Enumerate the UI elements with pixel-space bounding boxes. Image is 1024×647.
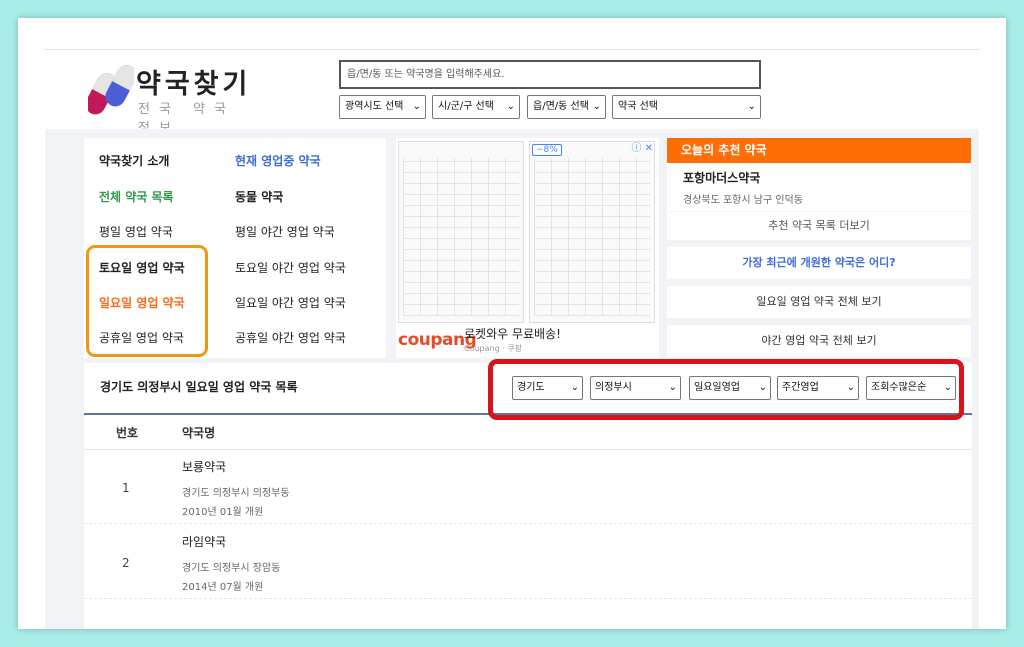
menu-open-now[interactable]: 현재 영업중 약국 [235,152,321,169]
discount-badge: ~8% [532,144,562,156]
recommend-more-button[interactable]: 추천 약국 목록 더보기 [667,212,971,240]
highlight-box-red [488,359,964,420]
divider [84,449,972,450]
pharmacy-select-value: 약국 선택 [618,101,658,112]
night-all-button[interactable]: 야간 영업 약국 전체 보기 [667,325,971,357]
divider [84,523,972,524]
divider [84,598,972,599]
column-header-num: 번호 [116,426,139,440]
chevron-down-icon: ⌄ [412,101,421,112]
highlight-box-orange [86,245,208,357]
pharmacy-address: 경기도 의정부시 의정부동 [182,488,290,499]
menu-weekday-night[interactable]: 평일 야간 영업 약국 [235,223,335,240]
pharmacy-name[interactable]: 보룡약국 [182,458,226,475]
menu-saturday-night[interactable]: 토요일 야간 영업 약국 [235,259,346,276]
row-num: 1 [122,481,130,495]
search-input[interactable]: 읍/면/동 또는 약국명을 입력해주세요. [339,60,761,89]
site-logo[interactable]: 약국찾기 전국 약국 정보 [88,62,268,136]
pharmacy-name[interactable]: 라임약국 [182,533,226,550]
list-title: 경기도 의정부시 일요일 영업 약국 목록 [100,380,298,394]
ad-info-close-icon[interactable]: ⓘ ✕ [631,139,653,154]
pill-logo-icon [88,65,134,115]
province-select[interactable]: 광역시도 선택 ⌄ [339,95,426,119]
ad-source: Coupang · 쿠팡 [464,344,523,353]
recommend-card[interactable]: 포항마더스약국 경상북도 포항시 남구 인덕동 [667,163,971,211]
town-select-value: 읍/면/동 선택 [533,101,589,112]
pharmacy-address: 경기도 의정부시 장암동 [182,563,281,574]
ad-text: 로켓와우 무료배송! [464,327,561,341]
menu-all-pharmacies[interactable]: 전체 약국 목록 [99,188,174,205]
menu-animal[interactable]: 동물 약국 [235,188,283,205]
recommend-header: 오늘의 추천 약국 [667,138,971,163]
chevron-down-icon: ⌄ [592,101,601,112]
menu-about[interactable]: 약국찾기 소개 [99,152,169,169]
ad-product-image [529,141,655,323]
recommend-name: 포항마더스약국 [683,171,761,185]
divider [44,49,980,50]
column-header-name: 약국명 [182,426,216,440]
chevron-down-icon: ⌄ [506,101,515,112]
recommend-address: 경상북도 포항시 남구 인덕동 [683,195,803,206]
city-select[interactable]: 시/군/구 선택 ⌄ [432,95,520,119]
newest-pharmacy-button[interactable]: 가장 최근에 개원한 약국은 어디? [667,247,971,279]
sunday-all-button[interactable]: 일요일 영업 약국 전체 보기 [667,286,971,318]
ad-product-image [398,141,524,323]
menu-sunday-night[interactable]: 일요일 야간 영업 약국 [235,294,346,311]
pharmacy-opened: 2014년 07월 개원 [182,582,264,593]
pharmacy-select[interactable]: 약국 선택 ⌄ [612,95,761,119]
city-select-value: 시/군/구 선택 [438,101,494,112]
pharmacy-opened: 2010년 01월 개원 [182,507,264,518]
row-num: 2 [122,556,130,570]
chevron-down-icon: ⌄ [747,101,756,112]
province-select-value: 광역시도 선택 [345,101,404,112]
ad-banner[interactable]: ~8% ⓘ ✕ coupang 로켓와우 무료배송! Coupang · 쿠팡 [396,138,659,358]
town-select[interactable]: 읍/면/동 선택 ⌄ [527,95,606,119]
menu-weekday[interactable]: 평일 영업 약국 [99,223,173,240]
menu-holiday-night[interactable]: 공휴일 야간 영업 약국 [235,329,346,346]
site-title: 약국찾기 [136,69,252,100]
